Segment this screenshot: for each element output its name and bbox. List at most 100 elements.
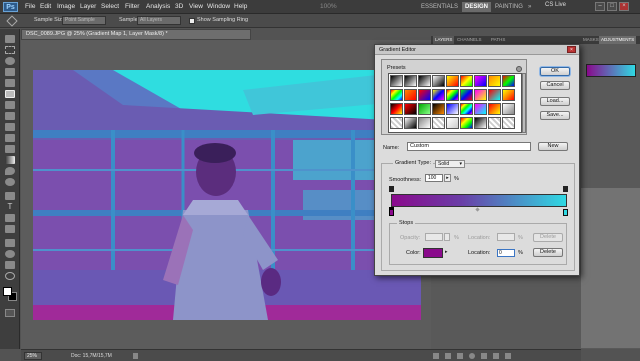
- menu-help[interactable]: Help: [234, 3, 247, 10]
- preset-swatch[interactable]: [502, 75, 515, 87]
- color-menu-arrow-icon[interactable]: ▸: [445, 249, 451, 257]
- preset-swatch[interactable]: [446, 75, 459, 87]
- dialog-titlebar[interactable]: Gradient Editor ×: [375, 45, 579, 55]
- document-image[interactable]: [33, 70, 421, 320]
- menu-view[interactable]: View: [189, 3, 203, 10]
- new-layer-icon[interactable]: [493, 353, 499, 359]
- preset-swatch[interactable]: [390, 75, 403, 87]
- preset-swatch[interactable]: [488, 117, 501, 129]
- menu-file[interactable]: File: [25, 3, 35, 10]
- lasso-tool-icon[interactable]: [5, 57, 15, 65]
- zoom-field[interactable]: 25%: [24, 352, 42, 360]
- preset-swatch[interactable]: [488, 75, 501, 87]
- new-adjustment-layer-icon[interactable]: [469, 353, 475, 359]
- workspace-essentials[interactable]: ESSENTIALS: [418, 2, 461, 12]
- preset-swatch[interactable]: [474, 75, 487, 87]
- marquee-tool-icon[interactable]: [5, 46, 15, 54]
- new-button[interactable]: New: [538, 142, 568, 151]
- menu-3d[interactable]: 3D: [175, 3, 183, 10]
- smoothness-dropdown-icon[interactable]: ▸: [444, 174, 451, 182]
- maximize-icon[interactable]: □: [607, 2, 617, 11]
- minimize-icon[interactable]: –: [595, 2, 605, 11]
- gradient-tool-icon[interactable]: [5, 156, 15, 164]
- tab-masks[interactable]: MASKS: [581, 36, 601, 44]
- preset-swatch[interactable]: [474, 117, 487, 129]
- name-input[interactable]: Custom: [407, 142, 531, 151]
- preset-swatch[interactable]: [460, 75, 473, 87]
- link-layers-icon[interactable]: [433, 353, 439, 359]
- preset-swatch[interactable]: [446, 117, 459, 129]
- brush-tool-icon[interactable]: [5, 112, 15, 120]
- color-stop-right-icon[interactable]: [563, 209, 568, 216]
- add-mask-icon[interactable]: [457, 353, 463, 359]
- shape-tool-icon[interactable]: [5, 225, 15, 233]
- tab-channels[interactable]: CHANNELS: [455, 36, 484, 44]
- dialog-close-icon[interactable]: ×: [567, 46, 576, 53]
- menu-window[interactable]: Window: [207, 3, 230, 10]
- preset-swatch[interactable]: [488, 89, 501, 101]
- 3d-orbit-tool-icon[interactable]: [5, 250, 15, 258]
- close-icon[interactable]: ×: [619, 2, 629, 11]
- cancel-button[interactable]: Cancel: [540, 81, 570, 90]
- preset-swatch[interactable]: [404, 75, 417, 87]
- quick-select-tool-icon[interactable]: [5, 68, 15, 76]
- tab-paths[interactable]: PATHS: [489, 36, 507, 44]
- preset-swatch[interactable]: [418, 89, 431, 101]
- workspace-design[interactable]: DESIGN: [462, 2, 492, 12]
- move-tool-icon[interactable]: [5, 35, 15, 43]
- crop-tool-icon[interactable]: [5, 79, 15, 87]
- eraser-tool-icon[interactable]: [5, 145, 15, 153]
- preset-swatch[interactable]: [446, 89, 459, 101]
- preset-swatch[interactable]: [390, 117, 403, 129]
- preset-swatch[interactable]: [404, 89, 417, 101]
- gradient-preview-bar[interactable]: [391, 194, 567, 207]
- status-menu-arrow-icon[interactable]: [133, 353, 138, 359]
- ok-button[interactable]: OK: [540, 67, 570, 76]
- preset-swatch[interactable]: [460, 117, 473, 129]
- preset-swatch[interactable]: [432, 75, 445, 87]
- type-tool-icon[interactable]: T: [5, 203, 15, 211]
- show-sampling-ring-checkbox[interactable]: [189, 18, 195, 24]
- hand-tool-icon[interactable]: [5, 261, 15, 269]
- document-tab[interactable]: DSC_0089.JPG @ 25% (Gradient Map 1, Laye…: [21, 29, 251, 40]
- sample-select[interactable]: All Layers: [137, 16, 181, 25]
- presets-scrollbar[interactable]: [522, 73, 526, 133]
- 3d-rotate-tool-icon[interactable]: [5, 239, 15, 247]
- preset-swatch[interactable]: [432, 103, 445, 115]
- opacity-stop-right-icon[interactable]: [563, 186, 568, 192]
- preset-swatch[interactable]: [446, 103, 459, 115]
- dodge-tool-icon[interactable]: [5, 178, 15, 186]
- preset-swatch[interactable]: [418, 103, 431, 115]
- workspace-more[interactable]: »: [525, 2, 534, 12]
- delete-color-stop-button[interactable]: Delete: [533, 248, 563, 257]
- zoom-level-top[interactable]: 100%: [320, 3, 337, 10]
- preset-swatch[interactable]: [418, 75, 431, 87]
- preset-swatch[interactable]: [390, 103, 403, 115]
- preset-swatch[interactable]: [432, 89, 445, 101]
- preset-swatch[interactable]: [432, 117, 445, 129]
- preset-swatch[interactable]: [404, 117, 417, 129]
- location-input-color[interactable]: 0: [497, 249, 515, 257]
- gradient-map-preview[interactable]: [586, 64, 636, 77]
- color-stop-left-icon[interactable]: [389, 209, 394, 216]
- menu-layer[interactable]: Layer: [80, 3, 96, 10]
- healing-brush-tool-icon[interactable]: [5, 101, 15, 109]
- eyedropper-tool-icon[interactable]: [5, 90, 15, 98]
- eyedropper-tool-icon[interactable]: [6, 15, 18, 27]
- sample-size-select[interactable]: Point Sample: [62, 16, 106, 25]
- opacity-stop-left-icon[interactable]: [389, 186, 394, 192]
- menu-image[interactable]: Image: [57, 3, 75, 10]
- trash-icon[interactable]: [505, 353, 511, 359]
- clone-stamp-tool-icon[interactable]: [5, 123, 15, 131]
- preset-swatch[interactable]: [390, 89, 403, 101]
- preset-swatch-grid[interactable]: [388, 73, 522, 133]
- blur-tool-icon[interactable]: [5, 167, 15, 175]
- smoothness-input[interactable]: 100: [425, 174, 443, 182]
- save-button[interactable]: Save...: [540, 111, 570, 120]
- cs-live-button[interactable]: CS Live: [545, 2, 566, 8]
- preset-swatch[interactable]: [474, 103, 487, 115]
- preset-swatch[interactable]: [474, 89, 487, 101]
- tab-adjustments[interactable]: ADJUSTMENTS: [599, 36, 637, 44]
- zoom-tool-icon[interactable]: [5, 272, 15, 280]
- new-group-icon[interactable]: [481, 353, 487, 359]
